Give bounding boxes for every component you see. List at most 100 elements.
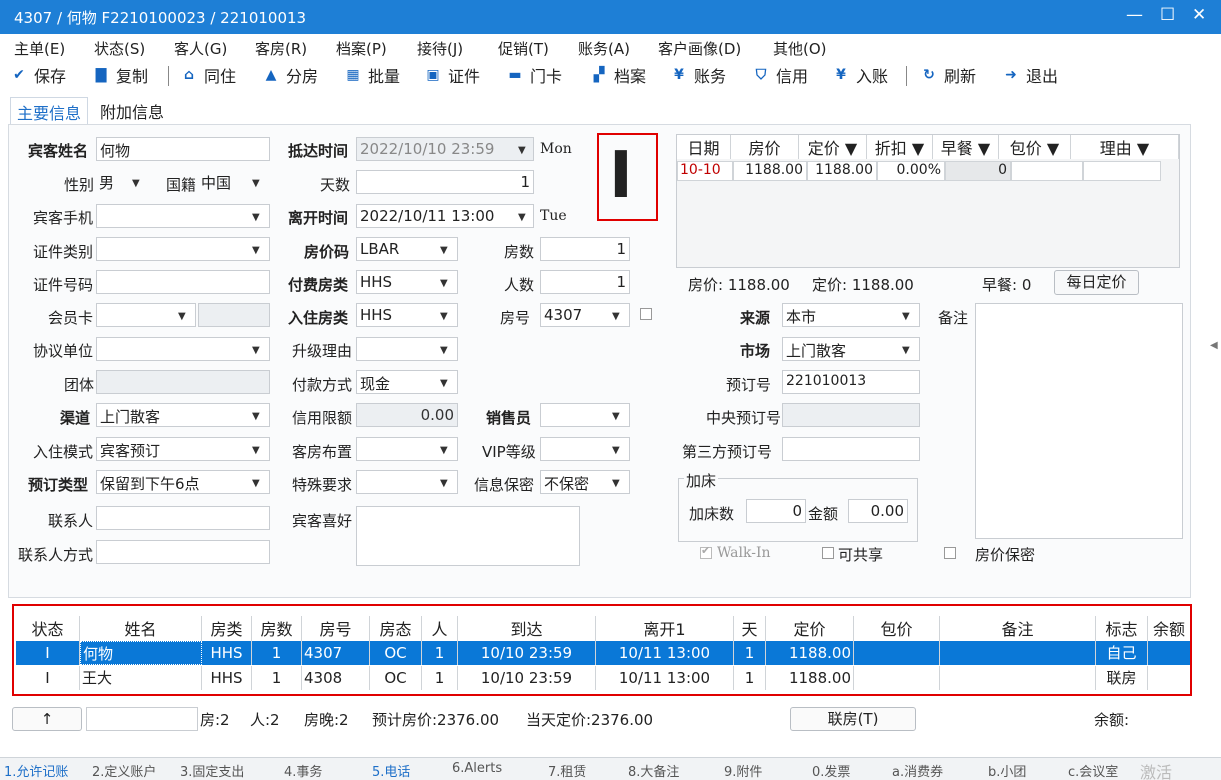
- guest-grid-header[interactable]: 到达: [458, 616, 596, 642]
- rate-grid-header[interactable]: 早餐 ▼: [933, 135, 999, 159]
- guest-grid-header[interactable]: 姓名: [80, 616, 202, 642]
- table-row[interactable]: I 王大 HHS 1 4308 OC 1 10/10 23:59 10/11 1…: [16, 666, 1190, 690]
- contact-method-input[interactable]: [96, 540, 270, 564]
- rate-grid-header[interactable]: 房价: [731, 135, 799, 159]
- rate-cell-breakfast[interactable]: 0: [945, 161, 1011, 181]
- copy-button[interactable]: ▇ 复制: [92, 64, 148, 86]
- menu-status[interactable]: 状态(S): [94, 38, 145, 59]
- rate-cell-fixed[interactable]: 1188.00: [807, 161, 877, 181]
- rate-cell-rate[interactable]: 1188.00: [733, 161, 807, 181]
- guest-grid-header[interactable]: 房态: [370, 616, 422, 642]
- tab-voucher[interactable]: a.消费券: [892, 761, 943, 780]
- guest-name-input[interactable]: 何物: [96, 137, 270, 161]
- shareable-checkbox[interactable]: [822, 547, 834, 559]
- persons-input[interactable]: 1: [540, 270, 630, 294]
- guest-grid-header[interactable]: 房号: [302, 616, 370, 642]
- arrival-input[interactable]: 2022/10/10 23:59: [356, 137, 534, 161]
- menu-promotion[interactable]: 促销(T): [498, 38, 549, 59]
- tab-fixed-expense[interactable]: 3.固定支出: [180, 761, 244, 780]
- rate-cell-discount[interactable]: 0.00%: [877, 161, 945, 181]
- tab-extra-info[interactable]: 附加信息: [94, 97, 170, 125]
- checkin-mode-select[interactable]: 宾客预订: [96, 437, 270, 461]
- guest-grid-header[interactable]: 包价: [854, 616, 940, 642]
- table-row[interactable]: I 何物 HHS 1 4307 OC 1 10/10 23:59 10/11 1…: [16, 641, 1190, 665]
- market-select[interactable]: 上门散客: [782, 337, 920, 361]
- guest-grid-header[interactable]: 天: [734, 616, 766, 642]
- remark-textarea[interactable]: [975, 303, 1183, 539]
- booking-no-input[interactable]: 221010013: [782, 370, 920, 394]
- rate-cell-package[interactable]: [1011, 161, 1083, 181]
- tab-allow-posting[interactable]: 1.允许记账: [4, 761, 68, 780]
- daily-rate-button[interactable]: 每日定价: [1054, 270, 1139, 295]
- guest-grid-header[interactable]: 房类: [202, 616, 252, 642]
- rate-secret-checkbox[interactable]: [944, 547, 956, 559]
- id-type-select[interactable]: [96, 237, 270, 261]
- tab-rental[interactable]: 7.租赁: [548, 761, 586, 780]
- tab-invoice[interactable]: 0.发票: [812, 761, 850, 780]
- third-party-booking-input[interactable]: [782, 437, 920, 461]
- channel-select[interactable]: 上门散客: [96, 403, 270, 427]
- extra-bed-count-input[interactable]: 0: [746, 499, 806, 523]
- guest-grid-header[interactable]: 房数: [252, 616, 302, 642]
- guest-grid-header[interactable]: 状态: [16, 616, 80, 642]
- up-button[interactable]: ↑: [12, 707, 82, 731]
- rate-grid-header[interactable]: 折扣 ▼: [867, 135, 933, 159]
- menu-reception[interactable]: 接待(J): [417, 38, 463, 59]
- tab-alerts[interactable]: 6.Alerts: [452, 761, 502, 776]
- id-no-input[interactable]: [96, 270, 270, 294]
- contact-input[interactable]: [96, 506, 270, 530]
- save-button[interactable]: ✔ 保存: [10, 64, 66, 86]
- guest-grid-header[interactable]: 离开1: [596, 616, 734, 642]
- guest-grid-header[interactable]: 备注: [940, 616, 1096, 642]
- days-input[interactable]: 1: [356, 170, 534, 194]
- phone-select[interactable]: [96, 204, 270, 228]
- guest-grid-header[interactable]: 人: [422, 616, 458, 642]
- batch-button[interactable]: ▦ 批量: [344, 64, 400, 86]
- menu-main[interactable]: 主单(E): [14, 38, 65, 59]
- tab-attachment[interactable]: 9.附件: [724, 761, 762, 780]
- rate-cell-reason[interactable]: [1083, 161, 1161, 181]
- depart-input[interactable]: 2022/10/11 13:00: [356, 204, 534, 228]
- agreement-select[interactable]: [96, 337, 270, 361]
- booking-type-select[interactable]: 保留到下午6点: [96, 470, 270, 494]
- link-room-button[interactable]: 联房(T): [790, 707, 916, 731]
- tab-small-group[interactable]: b.小团: [988, 761, 1026, 780]
- rate-cell-date[interactable]: 10-10: [677, 161, 733, 181]
- rooms-input[interactable]: 1: [540, 237, 630, 261]
- rate-grid-header[interactable]: 理由 ▼: [1071, 135, 1179, 159]
- menu-accounts[interactable]: 账务(A): [578, 38, 630, 59]
- room-lock-checkbox[interactable]: [640, 308, 652, 320]
- minimize-button[interactable]: —: [1126, 5, 1143, 25]
- post-button[interactable]: ¥ 入账: [832, 64, 888, 86]
- refresh-button[interactable]: ↻ 刷新: [920, 64, 976, 86]
- rate-grid-header[interactable]: 日期: [677, 135, 731, 159]
- guest-grid-header[interactable]: 余额: [1148, 616, 1190, 642]
- tab-main-info[interactable]: 主要信息: [10, 97, 89, 125]
- rate-grid-header[interactable]: 包价 ▼: [999, 135, 1071, 159]
- exit-button[interactable]: ➜ 退出: [1002, 64, 1058, 86]
- id-card-button[interactable]: ▣ 证件: [424, 64, 480, 86]
- maximize-button[interactable]: ☐: [1160, 5, 1175, 25]
- menu-archive[interactable]: 档案(P): [336, 38, 387, 59]
- accounts-button[interactable]: ¥ 账务: [670, 64, 726, 86]
- tab-big-remark[interactable]: 8.大备注: [628, 761, 679, 780]
- tab-affairs[interactable]: 4.事务: [284, 761, 322, 780]
- menu-customer-profile[interactable]: 客户画像(D): [658, 38, 741, 59]
- menu-guest[interactable]: 客人(G): [174, 38, 227, 59]
- preference-textarea[interactable]: [356, 506, 580, 566]
- menu-room[interactable]: 客房(R): [255, 38, 307, 59]
- close-button[interactable]: ✕: [1192, 5, 1206, 25]
- tab-phone[interactable]: 5.电话: [372, 761, 410, 780]
- extra-bed-amount-input[interactable]: 0.00: [848, 499, 908, 523]
- tab-meeting-room[interactable]: c.会议室: [1068, 761, 1118, 780]
- guest-grid-header[interactable]: 定价: [766, 616, 854, 642]
- menu-other[interactable]: 其他(O): [773, 38, 827, 59]
- share-room-button[interactable]: ⌂ 同住: [180, 64, 236, 86]
- door-card-button[interactable]: ▬ 门卡: [506, 64, 562, 86]
- archive-button[interactable]: ▞ 档案: [590, 64, 646, 86]
- search-input[interactable]: [86, 707, 198, 731]
- assign-room-button[interactable]: ▲ 分房: [262, 64, 318, 86]
- source-select[interactable]: 本市: [782, 303, 920, 327]
- gender-select[interactable]: 男: [96, 170, 152, 194]
- tab-define-account[interactable]: 2.定义账户: [92, 761, 156, 780]
